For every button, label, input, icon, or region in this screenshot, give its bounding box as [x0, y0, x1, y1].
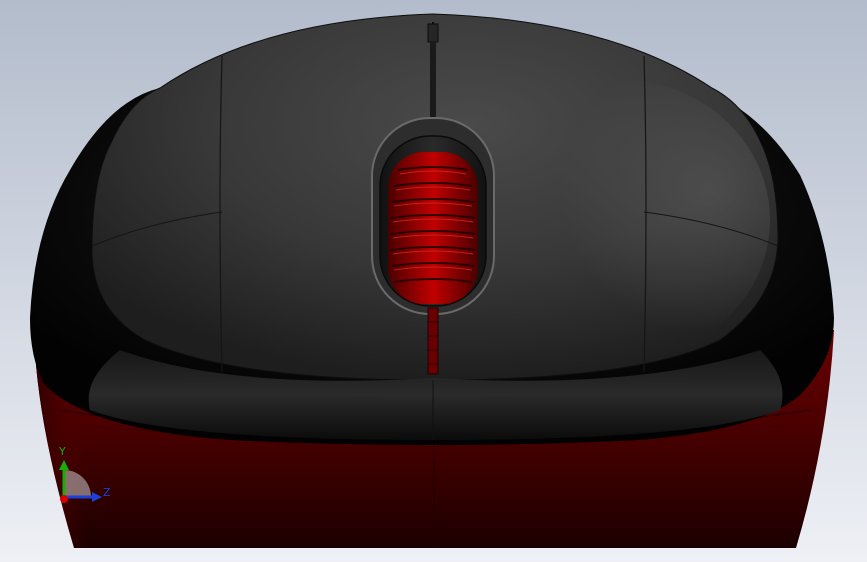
triad-x-axis-dot	[60, 495, 68, 503]
center-slot-top	[427, 23, 439, 43]
cad-viewport[interactable]: Y Z	[0, 0, 867, 562]
mouse-top-highlight	[470, 80, 770, 360]
scroll-wheel[interactable]	[388, 152, 478, 304]
triad-z-label: Z	[103, 486, 111, 499]
triad-y-label: Y	[58, 445, 66, 458]
